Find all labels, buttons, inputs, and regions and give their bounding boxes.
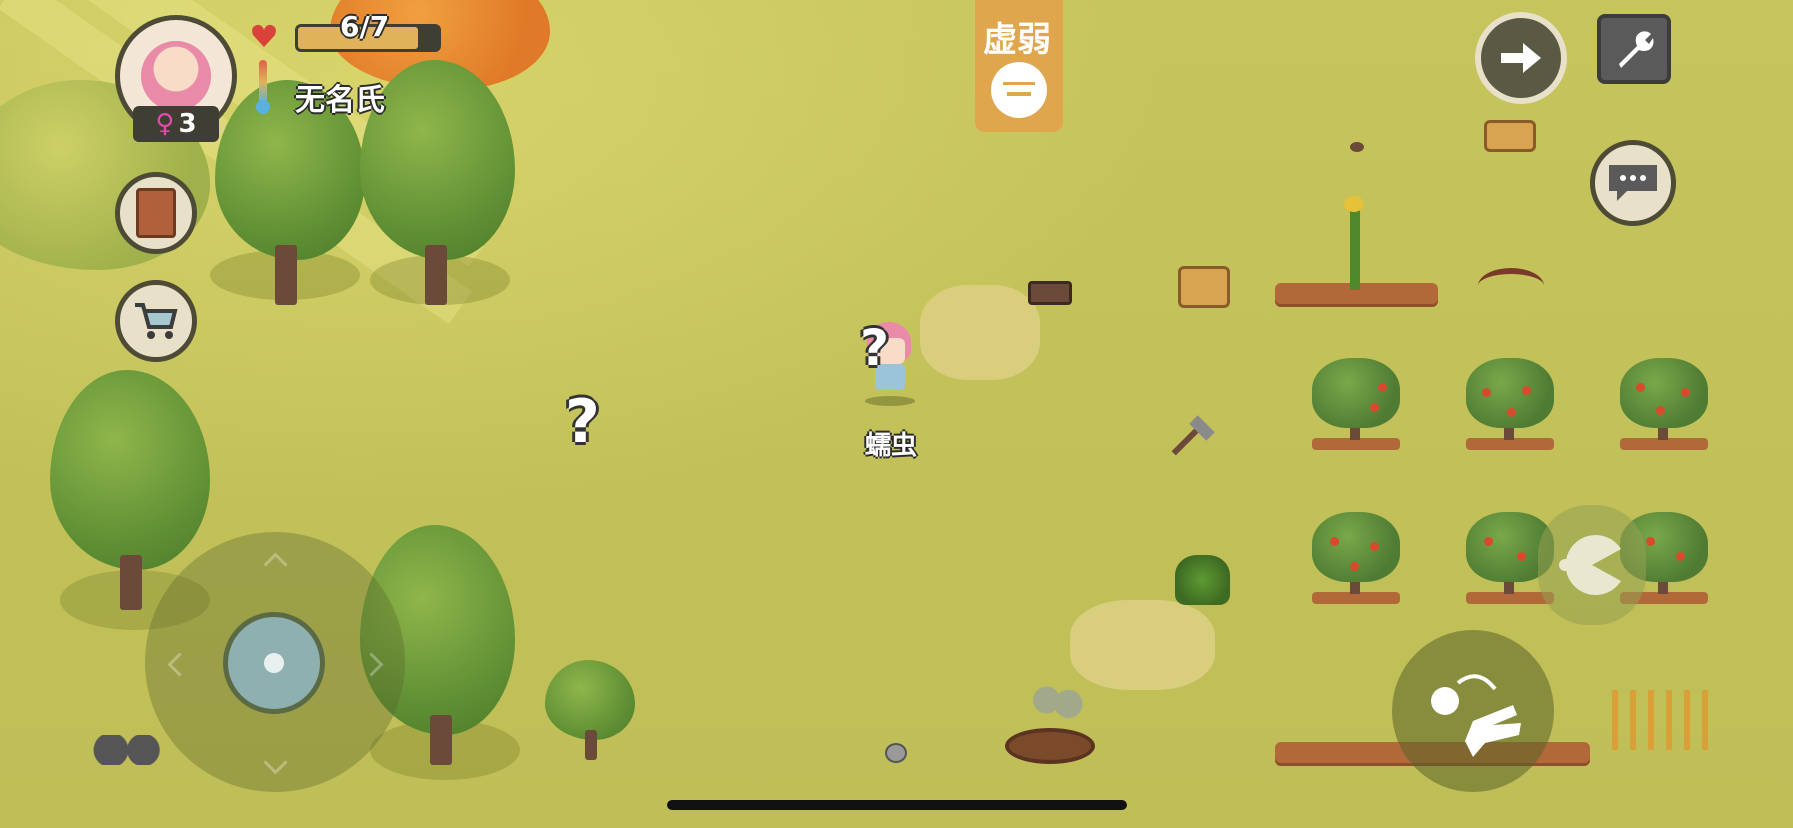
bush-canopy (1466, 358, 1554, 428)
bush-canopy (1620, 358, 1708, 428)
berry (1517, 552, 1526, 561)
eat-button[interactable] (1538, 505, 1646, 625)
level-badge: ♀ 3 (133, 106, 219, 142)
character-shadow (865, 396, 915, 406)
heart-icon (250, 22, 278, 50)
grab-hand-icon (1431, 674, 1521, 757)
thermometer-bulb (256, 100, 270, 114)
tree-trunk (430, 715, 452, 765)
tree-trunk (275, 245, 297, 305)
wooden-crate[interactable] (1028, 281, 1072, 305)
virtual-joystick[interactable] (145, 532, 405, 792)
berry-bush[interactable] (1308, 358, 1404, 454)
basket[interactable] (1178, 266, 1230, 308)
avatar-face (141, 41, 211, 111)
joystick-up-arrow (263, 552, 288, 577)
berry (1676, 552, 1685, 561)
corn-stalk[interactable] (1350, 200, 1360, 290)
berry (1482, 388, 1491, 397)
pebble (1350, 142, 1364, 152)
female-icon: ♀ (155, 109, 175, 139)
face-mouth (1007, 92, 1031, 96)
sapling[interactable] (1175, 555, 1230, 605)
eat-icon (1559, 535, 1621, 595)
face-eyes (1003, 82, 1035, 85)
joystick-thumb[interactable] (223, 612, 325, 714)
wheat[interactable] (1612, 690, 1717, 750)
thermometer-icon (256, 60, 270, 116)
exit-button[interactable] (1475, 12, 1567, 104)
nest[interactable] (1005, 728, 1095, 764)
berry (1636, 383, 1645, 392)
berry (1378, 383, 1387, 392)
unknown-object-question-mark[interactable]: ? (565, 392, 600, 452)
npc-label: 蠕虫 (865, 431, 918, 461)
berry (1370, 403, 1379, 412)
home-indicator (667, 800, 1127, 810)
joystick-right-arrow (359, 652, 384, 677)
npc-question-mark: ? (860, 319, 890, 377)
berry (1656, 406, 1665, 415)
settings-button[interactable] (1597, 14, 1671, 84)
bush-canopy (1312, 358, 1400, 428)
berry (1330, 537, 1339, 546)
book-button[interactable] (115, 172, 197, 254)
stones (1030, 680, 1085, 720)
hay-bundle[interactable] (1484, 120, 1536, 152)
tree-trunk (120, 555, 142, 610)
status-weak-badge[interactable]: 虚弱 (975, 0, 1063, 132)
neutral-face-icon (991, 62, 1047, 118)
bush-canopy (1312, 512, 1400, 582)
flint-stones[interactable] (93, 735, 165, 765)
stone[interactable] (885, 743, 907, 763)
speech-bubble-icon (1609, 165, 1657, 201)
berry (1522, 386, 1531, 395)
tree-trunk (585, 730, 597, 760)
crossbow-icon[interactable] (1478, 268, 1544, 304)
status-label: 虚弱 (983, 20, 1051, 60)
arrow-right-icon (1501, 43, 1541, 73)
berry (1484, 537, 1493, 546)
berry-bush[interactable] (1308, 512, 1404, 608)
health-text: 6/7 (340, 10, 390, 43)
berry (1507, 408, 1516, 417)
joystick-down-arrow (263, 750, 288, 775)
chat-button[interactable] (1590, 140, 1676, 226)
tree-trunk (425, 245, 447, 305)
berry-bush[interactable] (1616, 358, 1712, 454)
berry (1646, 537, 1655, 546)
level-number: 3 (178, 109, 197, 139)
joystick-center-dot (264, 653, 284, 673)
corn-flower (1344, 196, 1364, 212)
berry (1370, 542, 1379, 551)
berry (1681, 388, 1690, 397)
berry (1350, 562, 1359, 571)
shopping-cart-icon (135, 303, 178, 339)
sand-patch (1070, 600, 1215, 690)
sand-patch (920, 285, 1040, 380)
wrench-icon (1619, 31, 1654, 68)
thermometer-tube (259, 60, 267, 104)
joystick-left-arrow (167, 652, 192, 677)
player-name: 无名氏 (295, 83, 385, 118)
shop-button[interactable] (115, 280, 197, 362)
berry-bush[interactable] (1462, 358, 1558, 454)
book-icon (136, 188, 176, 238)
interact-button[interactable] (1392, 630, 1554, 792)
